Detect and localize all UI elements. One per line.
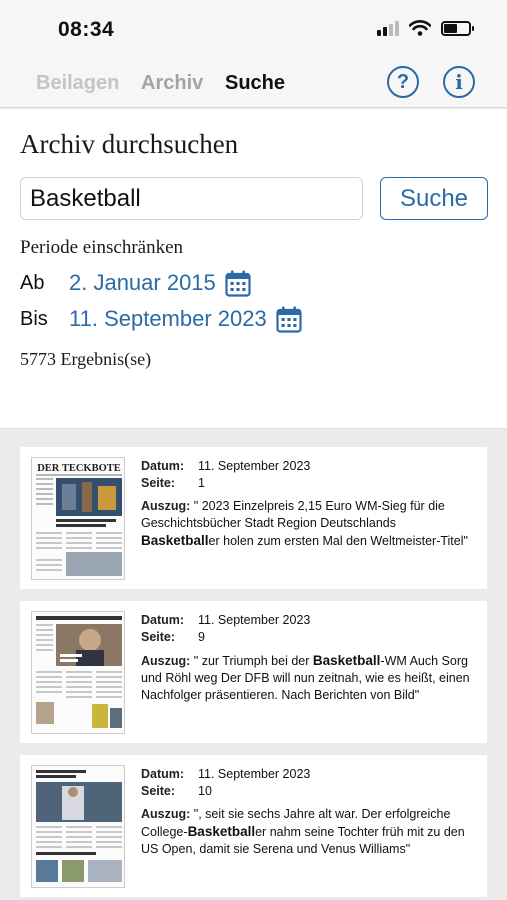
excerpt-label: Auszug: (141, 499, 191, 513)
to-date-prefix: Bis (20, 307, 48, 330)
tab-beilagen[interactable]: Beilagen (36, 72, 119, 95)
result-meta: Datum: 11. September 2023 Seite: 10 Auszug… (141, 766, 475, 858)
excerpt-label: Auszug: (141, 807, 191, 821)
from-date-value[interactable]: 2. Januar 2015 (69, 270, 216, 296)
excerpt-text-after: er holen zum ersten Mal den Weltmeister-… (208, 534, 468, 548)
tab-suche[interactable]: Suche (225, 72, 285, 95)
excerpt-highlight: Basketball (141, 533, 209, 548)
calendar-icon[interactable] (276, 306, 302, 333)
thumb-masthead: DER TECKBOTE (37, 463, 121, 474)
battery-icon (441, 20, 474, 36)
result-page: 10 (198, 784, 212, 798)
date-label: Datum: (141, 767, 185, 781)
top-tab-bar: Beilagen Archiv Suche ? i (0, 60, 507, 108)
info-circle-icon: i (455, 70, 463, 94)
page-thumbnail[interactable] (31, 611, 125, 734)
result-card[interactable]: Datum: 11. September 2023 Seite: 9 Auszug:… (20, 601, 487, 743)
info-button[interactable]: i (443, 66, 475, 98)
page-label: Seite: (141, 476, 176, 490)
result-page: 9 (198, 630, 205, 644)
to-date-value[interactable]: 11. September 2023 (69, 306, 267, 332)
calendar-icon[interactable] (225, 270, 251, 297)
search-input[interactable] (20, 177, 363, 220)
result-meta: Datum: 11. September 2023 Seite: 1 Auszug:… (141, 458, 475, 550)
question-circle-icon: ? (396, 70, 410, 93)
status-icons (377, 20, 474, 36)
to-date-row: Bis 11. September 2023 (20, 303, 302, 335)
newspaper-thumbnail-icon (32, 766, 124, 887)
period-label: Periode einschränken (20, 237, 184, 258)
result-count: 5773 Ergebnis(se) (20, 349, 152, 369)
date-label: Datum: (141, 613, 185, 627)
tab-archiv[interactable]: Archiv (141, 72, 203, 95)
status-bar: 08:34 (0, 0, 507, 60)
result-excerpt: Auszug: " 2023 Einzelpreis 2,15 Euro WM-… (141, 498, 475, 550)
from-date-prefix: Ab (20, 271, 45, 294)
result-page: 1 (198, 476, 205, 490)
status-time: 08:34 (58, 18, 115, 41)
excerpt-highlight: Basketball (312, 653, 381, 668)
result-excerpt: Auszug: " zur Triumph bei der Basketball… (141, 652, 475, 704)
search-button[interactable]: Suche (380, 177, 488, 220)
result-card[interactable]: DER TECKBOTE Datum: 11. September 2023 S… (20, 447, 487, 589)
result-excerpt: Auszug: ", seit sie sechs Jahre alt war.… (141, 806, 475, 858)
date-label: Datum: (141, 459, 185, 473)
from-date-row: Ab 2. Januar 2015 (20, 267, 251, 299)
excerpt-text-before: " zur Triumph bei der (190, 654, 313, 668)
page-label: Seite: (141, 630, 176, 644)
result-date: 11. September 2023 (198, 459, 311, 473)
excerpt-highlight: Basketball (187, 824, 256, 839)
help-button[interactable]: ? (387, 66, 419, 98)
page-thumbnail[interactable] (31, 765, 125, 888)
page-thumbnail[interactable]: DER TECKBOTE (31, 457, 125, 580)
wifi-icon (409, 20, 431, 36)
newspaper-thumbnail-icon: DER TECKBOTE (32, 458, 124, 579)
result-date: 11. September 2023 (198, 767, 311, 781)
newspaper-thumbnail-icon (32, 612, 124, 733)
excerpt-label: Auszug: (141, 654, 191, 668)
result-meta: Datum: 11. September 2023 Seite: 9 Auszug:… (141, 612, 475, 704)
result-date: 11. September 2023 (198, 613, 311, 627)
result-card[interactable]: Datum: 11. September 2023 Seite: 10 Auszug… (20, 755, 487, 897)
page-title: Archiv durchsuchen (20, 129, 239, 159)
cellular-signal-icon (377, 20, 399, 36)
search-panel: Archiv durchsuchen Suche Periode einschr… (0, 109, 507, 429)
page-label: Seite: (141, 784, 176, 798)
